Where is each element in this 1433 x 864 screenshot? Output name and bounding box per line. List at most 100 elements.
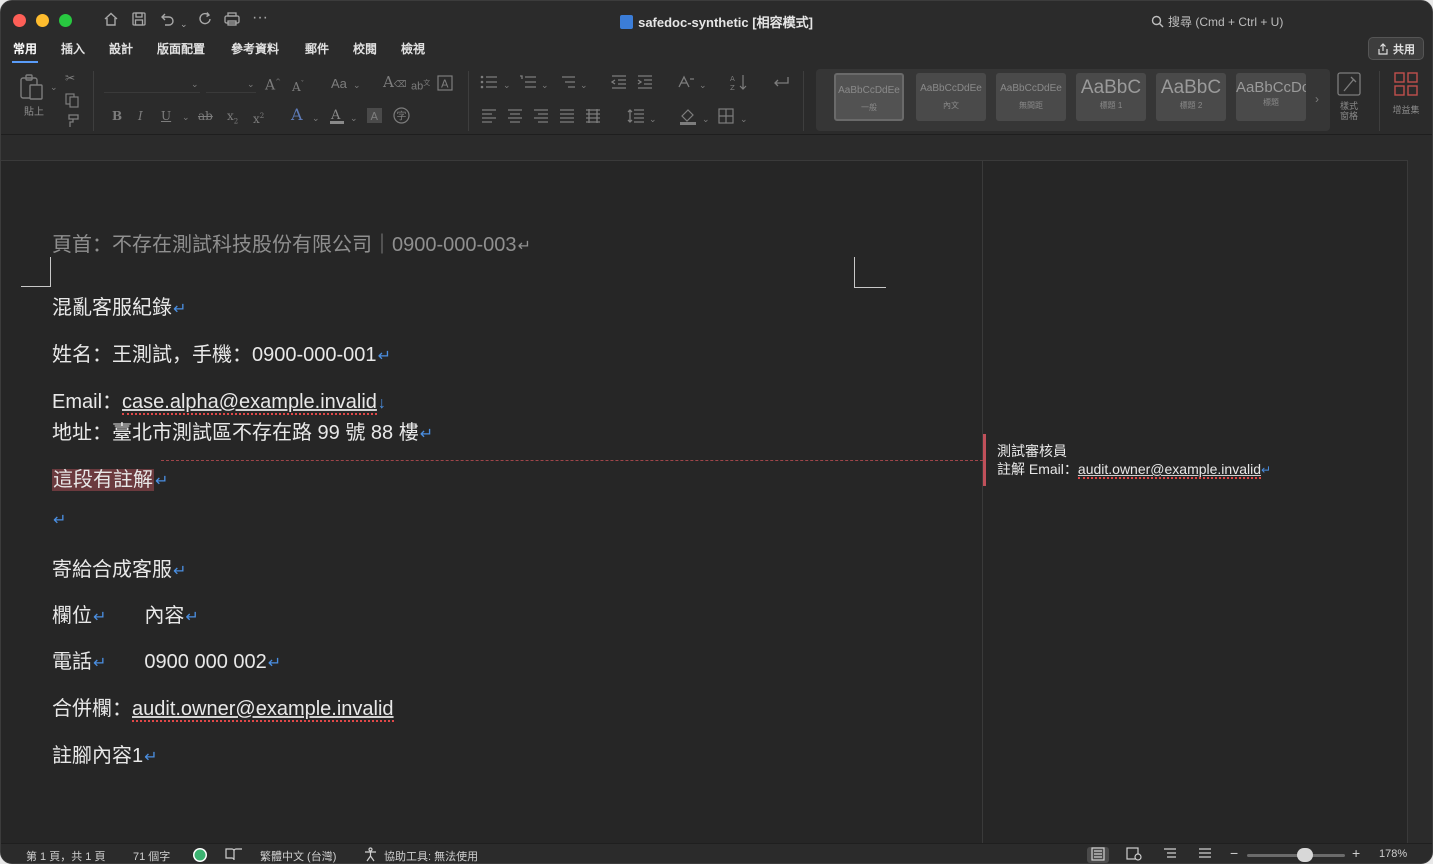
asian-layout-icon[interactable] bbox=[677, 75, 695, 93]
table-header-row[interactable]: 欄位↵ 內容↵ bbox=[52, 599, 199, 628]
home-icon[interactable] bbox=[103, 11, 119, 27]
justify-icon[interactable] bbox=[559, 109, 575, 127]
print-icon[interactable] bbox=[223, 11, 241, 27]
zoom-window-button[interactable] bbox=[59, 14, 72, 27]
addins-button[interactable]: 增益集 bbox=[1387, 71, 1425, 116]
name-line[interactable]: 姓名：王測試，手機：0900-000-001↵ bbox=[52, 338, 391, 367]
borders-dropdown-icon[interactable]: ⌄ bbox=[740, 111, 748, 127]
comment-email-link[interactable]: audit.owner@example.invalid bbox=[1077, 461, 1261, 479]
proofing-status-icon[interactable] bbox=[192, 847, 208, 863]
font-color-dropdown-icon[interactable]: ⌄ bbox=[350, 110, 358, 126]
character-border-icon[interactable]: A bbox=[437, 75, 453, 95]
email-line[interactable]: Email：case.alpha@example.invalid↓ bbox=[52, 385, 386, 415]
text-effects-dropdown-icon[interactable]: ⌄ bbox=[312, 110, 320, 126]
show-paragraph-marks-icon[interactable] bbox=[771, 75, 789, 94]
grow-font-icon[interactable]: A^ bbox=[265, 74, 281, 94]
tab-review[interactable]: 校閱 bbox=[352, 40, 378, 61]
zoom-in-icon[interactable]: + bbox=[1352, 845, 1360, 861]
sort-icon[interactable]: AZ bbox=[730, 74, 748, 95]
underline-icon[interactable]: U bbox=[161, 108, 171, 124]
address-line[interactable]: 地址：臺北市測試區不存在路 99 號 88 樓↵ bbox=[52, 416, 433, 445]
underline-dropdown-icon[interactable]: ⌄ bbox=[182, 109, 190, 125]
paste-icon[interactable] bbox=[18, 73, 46, 105]
style-heading-2[interactable]: AaBbC 標題 2 bbox=[1156, 73, 1226, 121]
tab-home[interactable]: 常用 bbox=[12, 40, 39, 63]
tab-insert[interactable]: 插入 bbox=[60, 40, 86, 61]
multilevel-list-icon[interactable] bbox=[558, 75, 576, 93]
format-painter-icon[interactable] bbox=[64, 113, 80, 133]
bullets-icon[interactable] bbox=[480, 75, 498, 93]
numbering-dropdown-icon[interactable]: ⌄ bbox=[541, 77, 549, 93]
distributed-icon[interactable] bbox=[585, 109, 601, 127]
font-name-select[interactable] bbox=[104, 73, 200, 93]
change-case-dropdown-icon[interactable]: ⌄ bbox=[353, 77, 361, 93]
character-shading-icon[interactable]: A bbox=[367, 108, 382, 127]
style-no-spacing[interactable]: AaBbCcDdEe 無間距 bbox=[996, 73, 1066, 121]
borders-icon[interactable] bbox=[718, 108, 734, 128]
decrease-indent-icon[interactable] bbox=[610, 75, 627, 93]
shrink-font-icon[interactable]: Aˇ bbox=[292, 76, 304, 95]
close-window-button[interactable] bbox=[13, 14, 26, 27]
superscript-icon[interactable]: x2 bbox=[253, 108, 264, 127]
tab-references[interactable]: 參考資料 bbox=[230, 40, 280, 61]
doc-title-line[interactable]: 混亂客服紀錄↵ bbox=[52, 291, 186, 320]
page-header-line[interactable]: 頁首：不存在測試科技股份有限公司｜0900-000-003↵ bbox=[52, 228, 531, 257]
change-case-icon[interactable]: Aa bbox=[331, 76, 347, 92]
shading-icon[interactable] bbox=[679, 107, 697, 129]
tab-layout[interactable]: 版面配置 bbox=[156, 40, 206, 61]
style-normal[interactable]: AaBbCcDdEe 一般 bbox=[834, 73, 904, 121]
italic-icon[interactable]: I bbox=[138, 108, 143, 124]
tab-view[interactable]: 檢視 bbox=[400, 40, 426, 61]
print-layout-view-button[interactable] bbox=[1087, 847, 1109, 863]
line-spacing-icon[interactable] bbox=[627, 109, 645, 127]
share-button[interactable]: 共用 bbox=[1368, 37, 1424, 60]
paste-dropdown-icon[interactable]: ⌄ bbox=[50, 79, 58, 95]
commented-line[interactable]: 這段有註解 ↵ bbox=[52, 463, 168, 492]
line-spacing-dropdown-icon[interactable]: ⌄ bbox=[649, 111, 657, 127]
empty-line[interactable]: ↵ bbox=[52, 508, 66, 531]
styles-more-chevron-icon[interactable]: › bbox=[1315, 91, 1319, 107]
more-icon[interactable]: ··· bbox=[252, 9, 268, 27]
numbering-icon[interactable] bbox=[519, 75, 537, 93]
draft-view-button[interactable] bbox=[1194, 847, 1216, 863]
word-count[interactable]: 71 個字 bbox=[133, 848, 170, 863]
web-layout-view-button[interactable] bbox=[1123, 847, 1145, 863]
cut-icon[interactable]: ✂ bbox=[65, 70, 75, 86]
zoom-level[interactable]: 178% bbox=[1379, 848, 1407, 860]
accessibility-status[interactable]: 協助工具: 無法使用 bbox=[384, 848, 478, 863]
align-left-icon[interactable] bbox=[481, 109, 497, 127]
document-page[interactable]: 頁首：不存在測試科技股份有限公司｜0900-000-003↵ 混亂客服紀錄↵ 姓… bbox=[1, 160, 1408, 861]
comment-balloon[interactable]: 測試審核員 註解 Email：audit.owner@example.inval… bbox=[997, 442, 1271, 479]
bullets-dropdown-icon[interactable]: ⌄ bbox=[503, 77, 511, 93]
font-size-dropdown-icon[interactable]: ⌄ bbox=[247, 76, 255, 92]
outline-view-button[interactable] bbox=[1159, 847, 1181, 863]
zoom-out-icon[interactable]: − bbox=[1230, 845, 1238, 861]
style-heading-1[interactable]: AaBbC 標題 1 bbox=[1076, 73, 1146, 121]
style-body[interactable]: AaBbCcDdEe 內文 bbox=[916, 73, 986, 121]
table-row-phone[interactable]: 電話↵ 0900 000 002↵ bbox=[52, 645, 281, 674]
redo-icon[interactable] bbox=[197, 11, 213, 27]
sendto-line[interactable]: 寄給合成客服↵ bbox=[52, 553, 186, 582]
page-count[interactable]: 第 1 頁，共 1 頁 bbox=[26, 848, 105, 863]
bold-icon[interactable]: B bbox=[112, 108, 122, 124]
subscript-icon[interactable]: x2 bbox=[227, 108, 238, 129]
email-link[interactable]: case.alpha@example.invalid bbox=[122, 391, 377, 415]
font-color-icon[interactable]: A bbox=[329, 107, 345, 129]
tab-design[interactable]: 設計 bbox=[108, 40, 134, 61]
save-icon[interactable] bbox=[131, 11, 147, 27]
accessibility-icon[interactable] bbox=[363, 847, 378, 863]
search-field[interactable]: 搜尋 (Cmd + Ctrl + U) bbox=[1151, 13, 1283, 30]
book-icon[interactable] bbox=[225, 846, 243, 863]
document-area[interactable]: 頁首：不存在測試科技股份有限公司｜0900-000-003↵ 混亂客服紀錄↵ 姓… bbox=[1, 136, 1432, 861]
zoom-slider-track[interactable] bbox=[1247, 854, 1345, 857]
styles-pane-button[interactable]: 樣式 窗格 bbox=[1335, 71, 1363, 121]
tab-mailings[interactable]: 郵件 bbox=[304, 40, 330, 61]
zoom-slider-thumb[interactable] bbox=[1297, 848, 1313, 862]
commented-text[interactable]: 這段有註解 bbox=[52, 469, 154, 491]
footnote-line[interactable]: 註腳內容1↵ bbox=[52, 739, 158, 768]
clear-formatting-icon[interactable]: A⌫ bbox=[383, 74, 407, 93]
undo-dropdown-icon[interactable]: ⌄ bbox=[180, 15, 188, 33]
language-status[interactable]: 繁體中文 (台灣) bbox=[260, 848, 336, 863]
merged-email-link[interactable]: audit.owner@example.invalid bbox=[132, 698, 394, 722]
enclose-characters-icon[interactable]: 字 bbox=[393, 107, 410, 128]
